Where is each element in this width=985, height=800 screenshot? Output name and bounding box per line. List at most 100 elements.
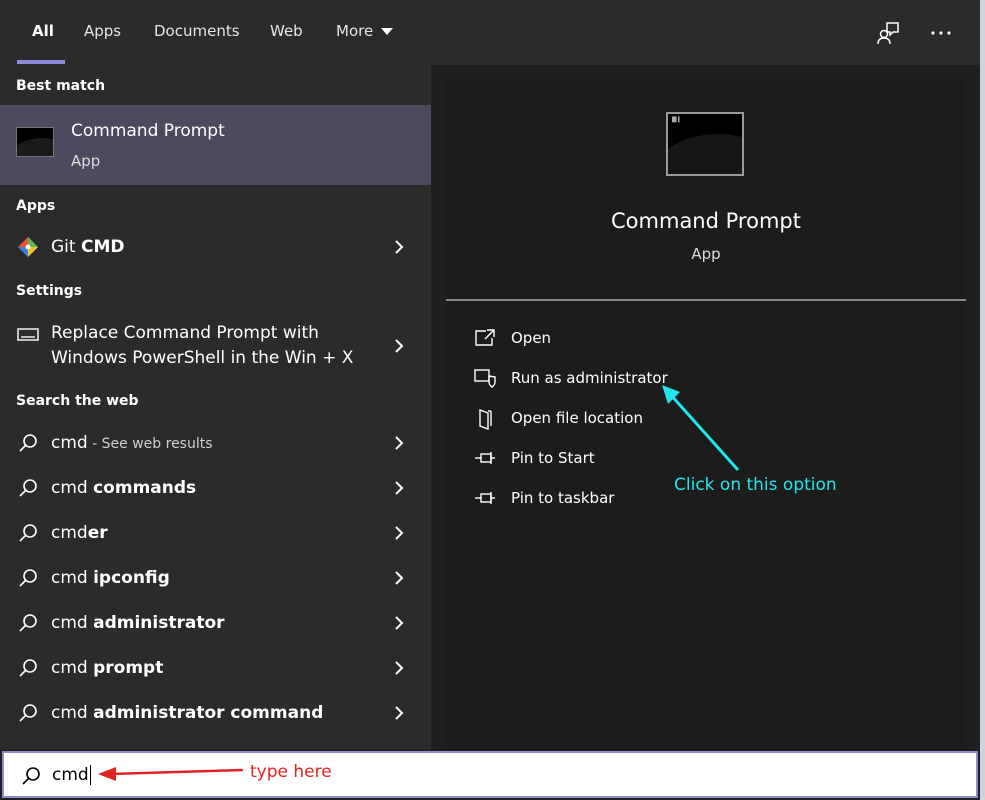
- settings-item-powershell[interactable]: Replace Command Prompt with Windows Powe…: [0, 317, 431, 377]
- chevron-right-icon[interactable]: [392, 434, 406, 452]
- chevron-right-icon[interactable]: [392, 479, 406, 497]
- web-result-label: cmd prompt: [51, 658, 163, 678]
- search-input-value: cmd: [52, 765, 89, 785]
- web-result-item[interactable]: cmd ipconfig: [0, 557, 431, 601]
- best-match-subtitle: App: [71, 152, 101, 170]
- search-input[interactable]: cmd: [52, 765, 91, 785]
- chevron-right-icon[interactable]: [392, 524, 406, 542]
- search-icon: [17, 522, 39, 544]
- web-result-label: cmd administrator: [51, 613, 225, 633]
- web-result-prefix: cmd: [51, 703, 94, 723]
- chevron-right-icon[interactable]: [392, 614, 406, 632]
- text-caret: [89, 765, 91, 785]
- web-result-item[interactable]: cmder: [0, 512, 431, 556]
- feedback-icon[interactable]: [876, 20, 902, 46]
- results-panel: Best match Command Prompt App Apps Git C…: [0, 65, 431, 750]
- search-icon: [17, 702, 39, 724]
- annotation-type-here: type here: [250, 762, 332, 782]
- web-result-bold: administrator command: [93, 703, 324, 723]
- web-result-label: cmd - See web results: [51, 433, 213, 453]
- chevron-right-icon[interactable]: [392, 569, 406, 587]
- chevron-right-icon[interactable]: [392, 704, 406, 722]
- search-icon: [17, 612, 39, 634]
- web-result-prefix: cmd: [51, 568, 94, 588]
- search-scope-bar: All Apps Documents Web More: [0, 0, 980, 65]
- search-web-heading: Search the web: [16, 393, 139, 409]
- tab-documents[interactable]: Documents: [154, 22, 240, 40]
- pin-icon: [474, 488, 496, 508]
- command-prompt-large-icon: █▌▌: [666, 112, 744, 176]
- active-tab-indicator: [17, 60, 65, 64]
- settings-item-label: Replace Command Prompt with Windows Powe…: [51, 323, 354, 368]
- search-icon: [17, 477, 39, 499]
- tab-more-label: More: [336, 22, 374, 40]
- web-result-prefix: cmd: [51, 433, 88, 453]
- best-match-item[interactable]: Command Prompt App: [0, 105, 431, 185]
- action-pin-to-start[interactable]: Pin to Start: [474, 444, 774, 474]
- search-icon: [17, 657, 39, 679]
- preview-title: Command Prompt: [611, 209, 801, 233]
- best-match-title: Command Prompt: [71, 121, 225, 141]
- web-result-item[interactable]: cmd - See web results: [0, 422, 431, 466]
- shield-icon: [474, 368, 496, 388]
- web-result-prefix: cmd: [51, 658, 94, 678]
- web-result-item[interactable]: cmd administrator: [0, 602, 431, 646]
- web-result-label: cmd ipconfig: [51, 568, 170, 588]
- action-open[interactable]: Open: [474, 324, 774, 354]
- web-result-prefix: cmd: [51, 523, 88, 543]
- git-icon: [17, 236, 39, 258]
- settings-heading: Settings: [16, 283, 83, 299]
- action-label: Open: [511, 329, 552, 347]
- search-icon: [20, 765, 42, 787]
- tab-web[interactable]: Web: [270, 22, 303, 40]
- apps-heading: Apps: [16, 198, 56, 214]
- web-result-item[interactable]: cmd prompt: [0, 647, 431, 691]
- console-text-icon: █▌▌: [672, 117, 682, 123]
- command-prompt-icon: [16, 127, 54, 157]
- web-result-prefix: cmd: [51, 478, 94, 498]
- action-label: Run as administrator: [511, 369, 668, 387]
- tab-all[interactable]: All: [32, 22, 54, 40]
- web-result-item[interactable]: cmd commands: [0, 467, 431, 511]
- app-item-bold: CMD: [80, 237, 125, 257]
- web-result-bold: prompt: [93, 658, 164, 678]
- web-result-item[interactable]: cmd administrator command: [0, 692, 431, 736]
- chevron-right-icon[interactable]: [392, 659, 406, 677]
- search-icon: [17, 432, 39, 454]
- action-open-file-location[interactable]: Open file location: [474, 404, 774, 434]
- web-result-prefix: cmd: [51, 613, 94, 633]
- window-edge: [980, 0, 985, 800]
- app-item-git-cmd[interactable]: Git CMD: [0, 226, 431, 270]
- web-result-label: cmder: [51, 523, 108, 543]
- action-run-as-administrator[interactable]: Run as administrator: [474, 364, 774, 394]
- divider: [446, 299, 966, 301]
- preview-subtitle: App: [691, 245, 721, 263]
- chevron-right-icon[interactable]: [392, 238, 406, 256]
- action-label: Pin to Start: [511, 449, 595, 467]
- action-label: Pin to taskbar: [511, 489, 615, 507]
- chevron-down-icon: [381, 28, 394, 35]
- web-result-suffix: - See web results: [87, 436, 213, 452]
- web-result-bold: administrator: [93, 613, 225, 633]
- best-match-heading: Best match: [16, 78, 106, 94]
- search-box[interactable]: cmd: [2, 751, 978, 798]
- annotation-click-option: Click on this option: [674, 475, 837, 495]
- tab-more[interactable]: More: [336, 22, 394, 40]
- app-item-prefix: Git: [51, 237, 81, 257]
- web-result-bold: ipconfig: [93, 568, 170, 588]
- preview-panel: █▌▌ Command Prompt App Open Run as admin…: [446, 80, 966, 750]
- action-label: Open file location: [511, 409, 643, 427]
- folder-icon: [474, 408, 496, 431]
- search-icon: [17, 567, 39, 589]
- web-result-bold: commands: [93, 478, 197, 498]
- web-result-bold: er: [87, 523, 108, 543]
- web-result-label: cmd administrator command: [51, 703, 323, 723]
- open-icon: [474, 328, 496, 348]
- tab-apps[interactable]: Apps: [84, 22, 121, 40]
- app-item-label: Git CMD: [51, 237, 124, 257]
- chevron-right-icon[interactable]: [392, 337, 406, 359]
- keyboard-icon: [17, 327, 39, 343]
- web-result-label: cmd commands: [51, 478, 196, 498]
- more-options-icon[interactable]: [928, 20, 954, 46]
- pin-icon: [474, 448, 496, 468]
